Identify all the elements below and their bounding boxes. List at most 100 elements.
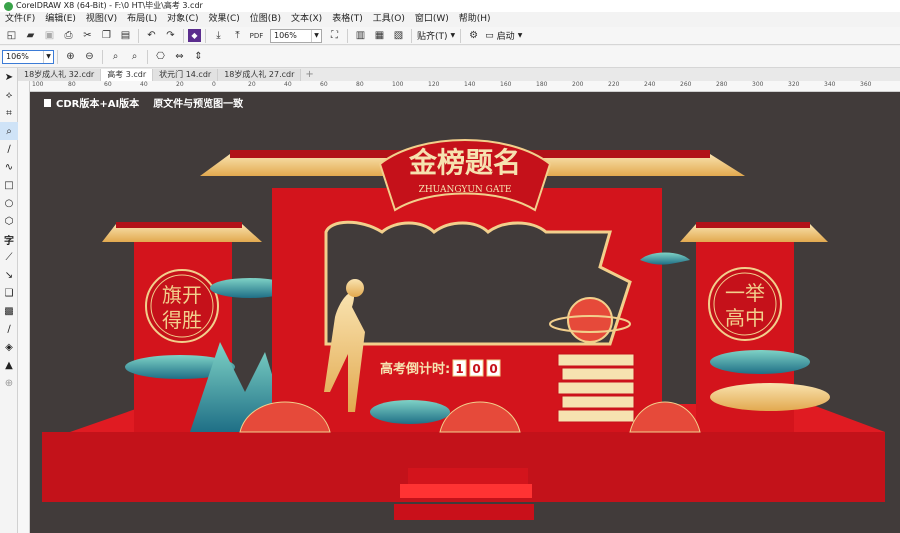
right-circle-line2: 高中	[725, 306, 765, 330]
menu-view[interactable]: 视图(V)	[81, 12, 122, 27]
zoom-to-page-icon[interactable]: ⎔	[152, 49, 169, 65]
countdown-digit: 0	[489, 362, 497, 376]
menu-text[interactable]: 文本(X)	[286, 12, 327, 27]
zoom-in-icon[interactable]: ⊕	[62, 49, 79, 65]
freehand-tool-icon[interactable]: ∕	[0, 140, 18, 158]
banner-subtitle: ZHUANGYUN GATE	[419, 185, 512, 195]
rectangle-tool-icon[interactable]: □	[0, 176, 18, 194]
chevron-down-icon[interactable]: ▼	[311, 29, 321, 42]
crop-tool-icon[interactable]: ⌗	[0, 104, 18, 122]
add-tool-icon[interactable]: ⊕	[0, 374, 18, 392]
menu-window[interactable]: 窗口(W)	[410, 12, 454, 27]
pick-tool-icon[interactable]: ➤	[0, 68, 18, 86]
publish-pdf-icon[interactable]: PDF	[248, 28, 265, 44]
launch-label: 启动	[496, 32, 515, 42]
zoom-to-page-width-icon[interactable]: ⇔	[171, 49, 188, 65]
zoom-tool-icon[interactable]: ⌕	[0, 122, 18, 140]
menu-file[interactable]: 文件(F)	[0, 12, 40, 27]
polygon-tool-icon[interactable]: ⬡	[0, 212, 18, 230]
ruler-tick-label: 0	[212, 81, 216, 88]
ruler-tick-label: 320	[788, 81, 800, 88]
add-tab-icon[interactable]: +	[301, 69, 317, 81]
ruler-tick-label: 140	[464, 81, 476, 88]
left-circle-line1: 旗开	[162, 283, 202, 307]
save-icon[interactable]: ▣	[41, 28, 58, 44]
standard-toolbar: ◱ ▰ ▣ ⎙ ✂ ❐ ▤ ↶ ↷ ◆ ⤓ ⤒ PDF 106% ▼ ⛶ ▥ ▦…	[0, 27, 900, 45]
drawing-canvas[interactable]: CDR版本+AI版本 原文件与预览图一致 旗开 得胜 一举 高中 金榜题名 ZH…	[30, 92, 900, 533]
ruler-tick-label: 60	[320, 81, 328, 88]
parallel-dimension-icon[interactable]: ⟋	[0, 248, 18, 266]
zoom-level-combo[interactable]: 106% ▼	[270, 28, 322, 43]
tab-document-1[interactable]: 18岁成人礼 32.cdr	[18, 69, 102, 81]
undo-icon[interactable]: ↶	[143, 28, 160, 44]
tab-document-3[interactable]: 状元门 14.cdr	[153, 69, 219, 81]
paste-icon[interactable]: ▤	[117, 28, 134, 44]
snap-to-dropdown[interactable]: 贴齐(T) ▼	[417, 29, 455, 42]
toolbar-divider	[411, 28, 412, 43]
search-content-icon[interactable]: ◆	[188, 29, 201, 42]
tab-document-4[interactable]: 18岁成人礼 27.cdr	[218, 69, 302, 81]
tab-label: 18岁成人礼 27.cdr	[224, 70, 295, 79]
property-zoom-combo[interactable]: 106% ▼	[2, 49, 54, 64]
right-circle-line1: 一举	[725, 281, 765, 305]
ruler-tick-label: 260	[680, 81, 692, 88]
zoom-to-selected-icon[interactable]: ⌕	[107, 49, 124, 65]
countdown-digit: 0	[472, 362, 480, 376]
transparency-tool-icon[interactable]: ▩	[0, 302, 18, 320]
copy-icon[interactable]: ❐	[98, 28, 115, 44]
chevron-down-icon[interactable]: ▼	[43, 50, 53, 63]
menu-bitmaps[interactable]: 位图(B)	[245, 12, 286, 27]
launch-dropdown[interactable]: ▭ 启动 ▼	[485, 29, 522, 43]
interactive-fill-icon[interactable]: ◈	[0, 338, 18, 356]
show-guidelines-icon[interactable]: ▧	[390, 28, 407, 44]
ruler-tick-label: 180	[536, 81, 548, 88]
menu-tools[interactable]: 工具(O)	[368, 12, 410, 27]
main-gate: 金榜题名 ZHUANGYUN GATE 高考倒计时: 1 0 0	[200, 139, 745, 433]
tab-label: 18岁成人礼 32.cdr	[24, 70, 95, 79]
launch-app-icon: ▭	[485, 30, 494, 41]
ruler-tick-label: 340	[824, 81, 836, 88]
zoom-to-all-objects-icon[interactable]: ⌕	[126, 49, 143, 65]
text-tool-icon[interactable]: 字	[0, 230, 18, 248]
ruler-tick-label: 80	[356, 81, 364, 88]
redo-icon[interactable]: ↷	[162, 28, 179, 44]
tab-document-2[interactable]: 高考 3.cdr	[101, 69, 154, 81]
show-grid-icon[interactable]: ▦	[371, 28, 388, 44]
full-screen-icon[interactable]: ⛶	[326, 28, 343, 44]
options-gear-icon[interactable]: ⚙	[465, 28, 482, 44]
menu-effects[interactable]: 效果(C)	[203, 12, 244, 27]
countdown-label: 高考倒计时:	[380, 361, 450, 377]
connector-tool-icon[interactable]: ↘	[0, 266, 18, 284]
banner-title: 金榜题名	[408, 146, 521, 179]
eyedropper-icon[interactable]: ∕	[0, 320, 18, 338]
drop-shadow-icon[interactable]: ❑	[0, 284, 18, 302]
ruler-tick-label: 40	[284, 81, 292, 88]
new-document-icon[interactable]: ◱	[3, 28, 20, 44]
horizontal-ruler[interactable]: 100 80 60 40 20 0 20 40 60 80 100 120 14…	[30, 81, 900, 92]
vertical-ruler[interactable]	[18, 81, 30, 533]
show-rulers-icon[interactable]: ▥	[352, 28, 369, 44]
toolbar-divider	[138, 28, 139, 43]
menu-help[interactable]: 帮助(H)	[454, 12, 496, 27]
toolbar-divider	[347, 28, 348, 43]
gate-artwork: 旗开 得胜 一举 高中 金榜题名 ZHUANGYUN GATE 高考倒计时: 1…	[42, 139, 885, 520]
smart-fill-icon[interactable]: ▲	[0, 356, 18, 374]
menu-edit[interactable]: 编辑(E)	[40, 12, 81, 27]
shape-tool-icon[interactable]: ⟡	[0, 86, 18, 104]
print-icon[interactable]: ⎙	[60, 28, 77, 44]
zoom-out-icon[interactable]: ⊖	[81, 49, 98, 65]
import-icon[interactable]: ⤓	[210, 28, 227, 44]
zoom-to-page-height-icon[interactable]: ⇕	[190, 49, 207, 65]
toolbar-divider	[57, 49, 58, 64]
ellipse-tool-icon[interactable]: ○	[0, 194, 18, 212]
zoom-level-value: 106%	[274, 31, 297, 40]
open-folder-icon[interactable]: ▰	[22, 28, 39, 44]
menu-layout[interactable]: 布局(L)	[122, 12, 162, 27]
cut-icon[interactable]: ✂	[79, 28, 96, 44]
window-title: CorelDRAW X8 (64-Bit) - F:\0 HT\毕业\高考 3.…	[16, 1, 203, 10]
export-icon[interactable]: ⤒	[229, 28, 246, 44]
menu-table[interactable]: 表格(T)	[327, 12, 368, 27]
menu-object[interactable]: 对象(C)	[162, 12, 203, 27]
artistic-media-icon[interactable]: ∿	[0, 158, 18, 176]
ruler-tick-label: 160	[500, 81, 512, 88]
